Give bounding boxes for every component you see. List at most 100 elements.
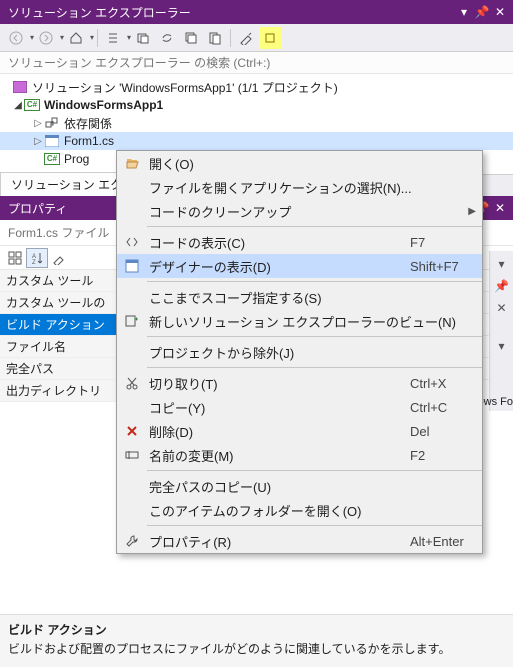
pin-icon[interactable]: 📌 bbox=[490, 277, 513, 295]
switch-views-caret-icon[interactable]: ▾ bbox=[127, 33, 131, 42]
right-toolstrip: ▾ 📌 ✕ ▾ bbox=[489, 251, 513, 411]
menu-item-label: 削除(D) bbox=[147, 422, 402, 441]
expand-icon[interactable]: ▷ bbox=[32, 136, 44, 147]
collapse-all-button[interactable] bbox=[180, 27, 202, 49]
property-key[interactable]: ビルド アクション bbox=[0, 314, 130, 336]
menu-separator bbox=[147, 226, 482, 227]
menu-item-label: プロパティ(R) bbox=[147, 532, 402, 551]
property-key[interactable]: カスタム ツールの bbox=[0, 292, 130, 314]
menu-item[interactable]: デザイナーの表示(D)Shift+F7 bbox=[117, 254, 482, 278]
svg-text:Z: Z bbox=[32, 260, 36, 265]
csharp-project-icon: C# bbox=[24, 99, 40, 111]
pending-changes-button[interactable] bbox=[132, 27, 154, 49]
form1-node[interactable]: ▷ Form1.cs bbox=[0, 132, 513, 150]
submenu-arrow-icon: ▶ bbox=[468, 206, 476, 217]
solution-node[interactable]: ソリューション 'WindowsFormsApp1' (1/1 プロジェクト) bbox=[0, 78, 513, 96]
form1-label: Form1.cs bbox=[64, 134, 114, 148]
menu-item-shortcut: F7 bbox=[402, 235, 472, 250]
menu-item[interactable]: コピー(Y)Ctrl+C bbox=[117, 395, 482, 419]
rename-icon bbox=[117, 448, 147, 462]
menu-item[interactable]: 新しいソリューション エクスプローラーのビュー(N) bbox=[117, 309, 482, 333]
menu-item-label: 名前の変更(M) bbox=[147, 446, 402, 465]
pin-icon[interactable]: 📌 bbox=[475, 5, 489, 19]
solution-icon bbox=[12, 80, 28, 94]
menu-item[interactable]: ここまでスコープ指定する(S) bbox=[117, 285, 482, 309]
solution-explorer-title: ソリューション エクスプローラー bbox=[8, 4, 191, 21]
form-icon bbox=[44, 134, 60, 148]
menu-item-label: 開く(O) bbox=[147, 154, 472, 173]
switch-views-button[interactable] bbox=[102, 27, 124, 49]
menu-item[interactable]: コードのクリーンアップ▶ bbox=[117, 199, 482, 223]
menu-item[interactable]: プロジェクトから除外(J) bbox=[117, 340, 482, 364]
properties-icon[interactable] bbox=[235, 27, 257, 49]
menu-item-label: プロジェクトから除外(J) bbox=[147, 343, 472, 362]
solution-explorer-search bbox=[0, 52, 513, 74]
menu-item-shortcut: Ctrl+X bbox=[402, 376, 472, 391]
solution-explorer-titlebar: ソリューション エクスプローラー ▾ 📌 ✕ bbox=[0, 0, 513, 24]
wrench-icon bbox=[117, 534, 147, 548]
menu-item-label: デザイナーの表示(D) bbox=[147, 257, 402, 276]
search-input[interactable] bbox=[8, 56, 505, 70]
program-label: Prog bbox=[64, 152, 89, 166]
close-icon[interactable]: ✕ bbox=[493, 5, 507, 19]
dropdown-icon[interactable]: ▾ bbox=[490, 255, 513, 273]
menu-item[interactable]: コードの表示(C)F7 bbox=[117, 230, 482, 254]
menu-item[interactable]: 開く(O) bbox=[117, 151, 482, 175]
project-label: WindowsFormsApp1 bbox=[44, 98, 163, 112]
cut-icon bbox=[117, 376, 147, 390]
menu-item-label: このアイテムのフォルダーを開く(O) bbox=[147, 501, 472, 520]
menu-separator bbox=[147, 336, 482, 337]
back-history-caret-icon[interactable]: ▾ bbox=[30, 33, 34, 42]
dropdown-icon[interactable]: ▾ bbox=[457, 5, 471, 19]
menu-separator bbox=[147, 470, 482, 471]
categorized-button[interactable] bbox=[4, 248, 26, 268]
delete-icon bbox=[117, 424, 147, 438]
open-icon bbox=[117, 156, 147, 170]
menu-item-label: コピー(Y) bbox=[147, 398, 402, 417]
forward-history-caret-icon[interactable]: ▾ bbox=[60, 33, 64, 42]
design-icon bbox=[117, 259, 147, 273]
menu-item[interactable]: ファイルを開くアプリケーションの選択(N)... bbox=[117, 175, 482, 199]
menu-separator bbox=[147, 525, 482, 526]
project-node[interactable]: ◢ C# WindowsFormsApp1 bbox=[0, 96, 513, 114]
menu-item-shortcut: Alt+Enter bbox=[402, 534, 472, 549]
close-icon[interactable]: ✕ bbox=[493, 201, 507, 215]
menu-item[interactable]: プロパティ(R)Alt+Enter bbox=[117, 529, 482, 553]
dependencies-node[interactable]: ▷ 依存関係 bbox=[0, 114, 513, 132]
menu-item-label: コードの表示(C) bbox=[147, 233, 402, 252]
property-key[interactable]: 完全パス bbox=[0, 358, 130, 380]
menu-item-shortcut: F2 bbox=[402, 448, 472, 463]
menu-item[interactable]: このアイテムのフォルダーを開く(O) bbox=[117, 498, 482, 522]
sync-button[interactable] bbox=[156, 27, 178, 49]
dependencies-label: 依存関係 bbox=[64, 115, 112, 132]
context-menu[interactable]: 開く(O) ファイルを開くアプリケーションの選択(N)... コードのクリーンアップ… bbox=[116, 150, 483, 554]
menu-item-label: コードのクリーンアップ bbox=[147, 202, 472, 221]
properties-description-body: ビルドおよび配置のプロセスにファイルがどのように関連しているかを示します。 bbox=[8, 640, 505, 657]
menu-item-shortcut: Ctrl+C bbox=[402, 400, 472, 415]
dropdown-icon[interactable]: ▾ bbox=[490, 337, 513, 355]
back-button[interactable] bbox=[5, 27, 27, 49]
property-key[interactable]: カスタム ツール bbox=[0, 270, 130, 292]
solution-explorer-toolbar: ▾ ▾ ▾ ▾ bbox=[0, 24, 513, 52]
menu-item[interactable]: 名前の変更(M)F2 bbox=[117, 443, 482, 467]
menu-item-shortcut: Del bbox=[402, 424, 472, 439]
expand-icon[interactable]: ◢ bbox=[12, 100, 24, 111]
menu-item[interactable]: 削除(D)Del bbox=[117, 419, 482, 443]
close-icon[interactable]: ✕ bbox=[490, 299, 513, 317]
menu-item[interactable]: 切り取り(T)Ctrl+X bbox=[117, 371, 482, 395]
menu-separator bbox=[147, 281, 482, 282]
code-icon bbox=[117, 235, 147, 249]
menu-item-label: 完全パスのコピー(U) bbox=[147, 477, 472, 496]
home-button[interactable] bbox=[65, 27, 87, 49]
preview-selected-button[interactable] bbox=[259, 27, 281, 49]
show-all-files-button[interactable] bbox=[204, 27, 226, 49]
forward-button[interactable] bbox=[35, 27, 57, 49]
properties-wrench-icon[interactable] bbox=[48, 248, 70, 268]
expand-icon[interactable]: ▷ bbox=[32, 118, 44, 129]
property-key[interactable]: ファイル名 bbox=[0, 336, 130, 358]
property-key[interactable]: 出力ディレクトリ bbox=[0, 380, 130, 402]
alphabetical-button[interactable]: AZ bbox=[26, 248, 48, 268]
home-caret-icon[interactable]: ▾ bbox=[90, 33, 94, 42]
menu-item-label: ファイルを開くアプリケーションの選択(N)... bbox=[147, 178, 472, 197]
menu-item[interactable]: 完全パスのコピー(U) bbox=[117, 474, 482, 498]
